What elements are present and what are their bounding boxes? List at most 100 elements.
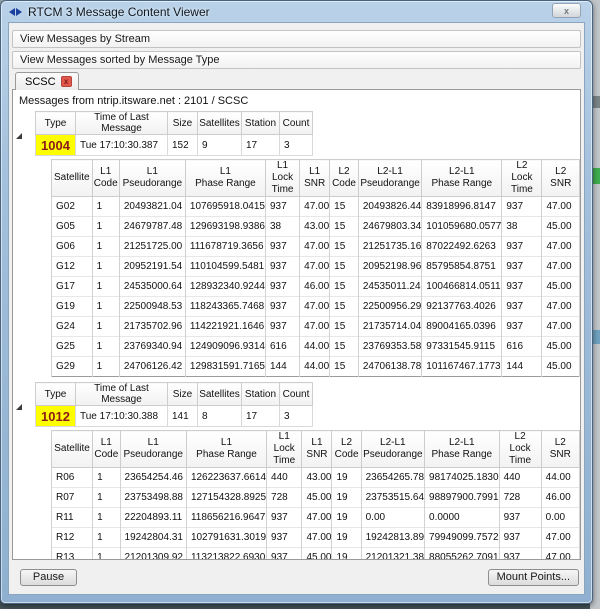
table-row[interactable]: G02120493821.04107695918.041593747.00152…: [52, 197, 580, 217]
column-header[interactable]: L2-L1Pseudorange: [361, 431, 424, 468]
column-header[interactable]: Time of Last Message: [76, 383, 168, 406]
expander-view-messages-by-message-type[interactable]: View Messages sorted by Message Type: [12, 51, 581, 69]
table-row[interactable]: G29124706126.42129831591.716514444.00152…: [52, 357, 580, 377]
table-row[interactable]: R07123753498.88127154328.892572845.00192…: [52, 488, 580, 508]
column-header[interactable]: L2Code: [332, 431, 361, 468]
table-row[interactable]: G06121251725.00111678719.365693747.00152…: [52, 237, 580, 257]
column-header[interactable]: Station: [242, 383, 280, 406]
column-header[interactable]: L1Code: [92, 160, 119, 197]
cell: 21735714.04: [358, 317, 421, 337]
table-row[interactable]: R13121201309.92113213822.693093745.00192…: [52, 548, 580, 561]
cell: 127154328.8925: [186, 488, 266, 508]
cell: 23654265.78: [361, 468, 424, 488]
column-header[interactable]: L2SNR: [541, 431, 579, 468]
row-expander-icon[interactable]: [16, 133, 22, 139]
column-header[interactable]: L2Lock Time: [502, 160, 542, 197]
tab-close-icon[interactable]: x: [61, 76, 72, 87]
column-header[interactable]: L2Lock Time: [499, 431, 541, 468]
cell: 45.00: [542, 217, 580, 237]
cell: 38: [502, 217, 542, 237]
mount-points-button[interactable]: Mount Points...: [488, 569, 579, 586]
table-row[interactable]: G24121735702.96114221921.164693747.00152…: [52, 317, 580, 337]
column-header[interactable]: Satellites: [198, 383, 242, 406]
cell: 1: [92, 337, 119, 357]
column-header[interactable]: L1Phase Range: [186, 431, 266, 468]
cell: 15: [330, 237, 359, 257]
cell: G17: [52, 277, 93, 297]
close-icon: x: [564, 6, 569, 16]
message-groups: TypeTime of Last MessageSizeSatellitesSt…: [13, 111, 580, 560]
table-row[interactable]: G17124535000.64128932340.924493746.00152…: [52, 277, 580, 297]
row-expander-icon[interactable]: [16, 404, 22, 410]
message-summary-row[interactable]: 1004Tue 17:10:30.3871529173: [36, 135, 313, 156]
cell: 15: [330, 297, 359, 317]
titlebar[interactable]: RTCM 3 Message Content Viewer x: [1, 1, 592, 22]
column-header[interactable]: L1SNR: [300, 160, 330, 197]
cell: 44.00: [541, 468, 579, 488]
cell: 141: [168, 406, 198, 427]
pause-button[interactable]: Pause: [20, 569, 77, 586]
column-header[interactable]: Size: [168, 112, 198, 135]
cell: 47.00: [542, 317, 580, 337]
column-header[interactable]: Station: [242, 112, 280, 135]
cell: 20952191.54: [119, 257, 185, 277]
cell: 1: [93, 508, 120, 528]
column-header[interactable]: Type: [36, 112, 76, 135]
cell: 45.00: [302, 548, 332, 561]
expander-view-messages-by-stream[interactable]: View Messages by Stream: [12, 30, 581, 48]
cell: 19: [332, 468, 361, 488]
column-header[interactable]: L2-L1Pseudorange: [358, 160, 421, 197]
column-header[interactable]: Count: [280, 112, 313, 135]
cell: 17: [242, 135, 280, 156]
close-button[interactable]: x: [552, 3, 581, 18]
cell: 937: [502, 197, 542, 217]
tab-scsc[interactable]: SCSC x: [15, 72, 79, 90]
cell: 46.00: [541, 488, 579, 508]
cell: 46.00: [300, 277, 330, 297]
column-header[interactable]: Time of Last Message: [76, 112, 168, 135]
cell: 937: [267, 528, 302, 548]
app-window: RTCM 3 Message Content Viewer x View Mes…: [0, 0, 593, 604]
table-row[interactable]: R12119242804.31102791631.301993747.00191…: [52, 528, 580, 548]
message-summary-row[interactable]: 1012Tue 17:10:30.3881418173: [36, 406, 313, 427]
table-row[interactable]: G12120952191.54110104599.548193747.00152…: [52, 257, 580, 277]
column-header[interactable]: L1SNR: [302, 431, 332, 468]
column-header[interactable]: L2Code: [330, 160, 359, 197]
message-type-cell: 1004: [36, 135, 76, 156]
column-header[interactable]: Satellite: [52, 160, 93, 197]
cell: G06: [52, 237, 93, 257]
cell: 440: [267, 468, 302, 488]
table-row[interactable]: R06123654254.46126223637.661444043.00192…: [52, 468, 580, 488]
cell: 47.00: [542, 237, 580, 257]
cell: 24706138.78: [358, 357, 421, 377]
table-row[interactable]: G19122500948.53118243365.746893747.00152…: [52, 297, 580, 317]
column-header[interactable]: L1Lock Time: [265, 160, 299, 197]
column-header[interactable]: L2SNR: [542, 160, 580, 197]
column-header[interactable]: L1Lock Time: [267, 431, 302, 468]
column-header[interactable]: L1Code: [93, 431, 120, 468]
table-row[interactable]: G05124679787.48129693198.93863843.001524…: [52, 217, 580, 237]
cell: 21251725.00: [119, 237, 185, 257]
column-header[interactable]: L2-L1Phase Range: [422, 160, 502, 197]
cell: 24706126.42: [119, 357, 185, 377]
cell: 102791631.3019: [186, 528, 266, 548]
cell: 24679787.48: [119, 217, 185, 237]
column-header[interactable]: Type: [36, 383, 76, 406]
cell: 937: [502, 277, 542, 297]
column-header[interactable]: Size: [168, 383, 198, 406]
bottom-bar: Pause Mount Points...: [12, 564, 581, 590]
table-row[interactable]: R11122204893.11118656216.964793747.00190…: [52, 508, 580, 528]
cell: 21251735.16: [358, 237, 421, 257]
column-header[interactable]: Satellites: [198, 112, 242, 135]
column-header[interactable]: Satellite: [52, 431, 93, 468]
cell: 937: [265, 257, 299, 277]
column-header[interactable]: L2-L1Phase Range: [425, 431, 500, 468]
cell: 113213822.6930: [186, 548, 266, 561]
column-header[interactable]: L1Phase Range: [185, 160, 265, 197]
column-header[interactable]: L1Pseudorange: [119, 160, 185, 197]
column-header[interactable]: L1Pseudorange: [120, 431, 186, 468]
table-row[interactable]: G25123769340.94124909096.931461644.00152…: [52, 337, 580, 357]
column-header[interactable]: Count: [280, 383, 313, 406]
cell: 47.00: [300, 317, 330, 337]
cell: 937: [267, 548, 302, 561]
